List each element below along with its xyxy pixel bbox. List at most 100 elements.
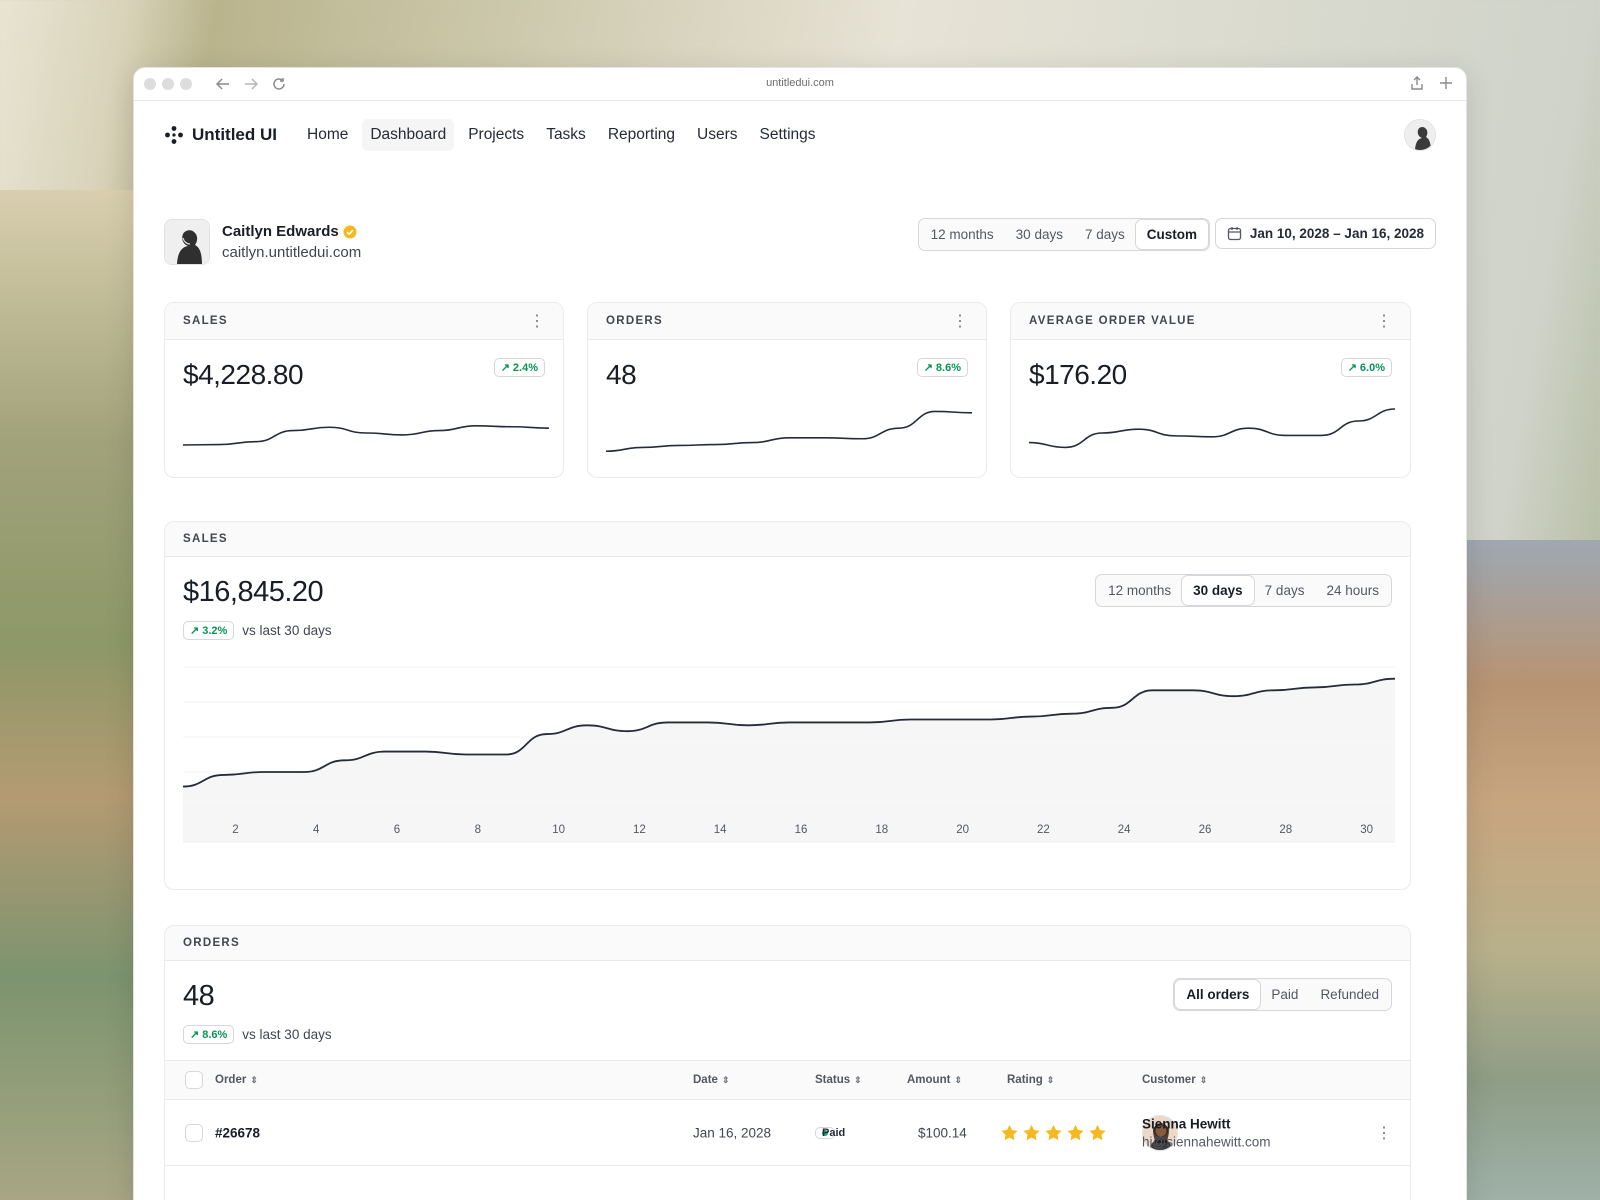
kpi-label: SALES	[183, 315, 228, 327]
filter-7-days[interactable]: 7 days	[1074, 220, 1136, 249]
sales-total: $16,845.20	[183, 576, 324, 608]
star-icon	[1089, 1124, 1106, 1140]
minimize-window-button[interactable]	[162, 78, 174, 90]
sales-tab-12-months[interactable]: 12 months	[1097, 576, 1182, 605]
sales-period-tabs: 12 months 30 days 7 days 24 hours	[1095, 574, 1392, 607]
x-axis-labels: 2 4 6 8 10 12 14 16 18 20 22 24 26 28 30	[183, 824, 1410, 838]
trend-up-icon: ↗	[190, 1029, 200, 1041]
sort-icon: ⇕	[854, 1075, 862, 1085]
trend-up-icon: ↗	[500, 362, 510, 374]
column-amount[interactable]: Amount ⇕	[907, 1074, 962, 1086]
top-navigation: Untitled UI Home Dashboard Projects Task…	[134, 101, 1466, 169]
profile-site: caitlyn.untitledui.com	[222, 244, 362, 261]
profile-avatar	[164, 219, 210, 265]
browser-window: untitledui.com Untitled UI Home Dashboar…	[133, 67, 1467, 1200]
column-order[interactable]: Order ⇕	[215, 1074, 258, 1086]
calendar-icon	[1227, 227, 1242, 241]
sales-tab-30-days[interactable]: 30 days	[1182, 576, 1254, 605]
background-landscape-right	[1465, 540, 1600, 1200]
row-more-options-icon[interactable]: ⋮	[1376, 1123, 1392, 1143]
orders-tab-refunded[interactable]: Refunded	[1309, 980, 1390, 1009]
sales-tab-24-hours[interactable]: 24 hours	[1315, 576, 1390, 605]
orders-table-header: Order ⇕ Date ⇕ Status ⇕ Amount ⇕ Rating ⇕ Cus…	[165, 1060, 1410, 1100]
column-date[interactable]: Date ⇕	[693, 1074, 729, 1086]
nav-users[interactable]: Users	[689, 119, 745, 151]
nav-reporting[interactable]: Reporting	[600, 119, 683, 151]
x-tick-label: 24	[1117, 824, 1131, 836]
date-range-filter: 12 months 30 days 7 days Custom	[917, 218, 1210, 251]
kpi-change-badge: ↗ 2.4%	[493, 358, 545, 377]
new-tab-icon[interactable]	[1440, 77, 1452, 89]
order-id[interactable]: #26678	[215, 1125, 260, 1140]
back-arrow-icon[interactable]	[216, 78, 230, 90]
x-tick-label: 8	[474, 824, 481, 836]
kpi-sparkline	[183, 424, 549, 446]
sales-comparison: ↗ 3.2% vs last 30 days	[183, 621, 332, 640]
table-row[interactable]: #26678 Jan 16, 2028 Paid $100.14 Sienna …	[165, 1100, 1410, 1166]
x-tick-label: 10	[552, 824, 565, 836]
column-rating[interactable]: Rating ⇕	[1007, 1074, 1054, 1086]
star-icon	[1023, 1124, 1040, 1140]
orders-comparison: ↗ 8.6% vs last 30 days	[183, 1025, 332, 1044]
nav-tasks[interactable]: Tasks	[538, 119, 594, 151]
x-tick-label: 6	[393, 824, 401, 836]
date-picker-button[interactable]: Jan 10, 2028 – Jan 16, 2028	[1214, 218, 1436, 249]
kpi-value: $176.20	[1029, 359, 1127, 390]
star-icon	[1067, 1124, 1084, 1140]
sales-chart-card: SALES $16,845.20 ↗ 3.2% vs last 30 days 1…	[164, 521, 1411, 890]
kpi-value: $4,228.80	[183, 359, 304, 390]
sort-icon: ⇕	[250, 1075, 258, 1085]
more-options-icon[interactable]: ⋮	[952, 311, 968, 331]
kpi-sparkline	[1029, 408, 1395, 449]
app-logo[interactable]: Untitled UI	[164, 125, 277, 145]
user-avatar[interactable]	[1404, 119, 1436, 151]
orders-change-badge: ↗ 8.6%	[183, 1025, 235, 1044]
filter-30-days[interactable]: 30 days	[1005, 220, 1074, 249]
x-tick-label: 18	[875, 824, 889, 836]
kpi-change: 6.0%	[1359, 361, 1385, 374]
x-tick-label: 14	[713, 824, 727, 836]
row-checkbox[interactable]	[185, 1123, 203, 1142]
close-window-button[interactable]	[144, 78, 156, 90]
kpi-card-average-order-value: AVERAGE ORDER VALUE ⋮ $176.20 ↗ 6.0%	[1010, 302, 1411, 478]
forward-arrow-icon[interactable]	[244, 78, 258, 90]
orders-tab-paid[interactable]: Paid	[1260, 980, 1309, 1009]
orders-tab-all[interactable]: All orders	[1175, 980, 1261, 1009]
logo-mark-icon	[165, 126, 183, 144]
nav-home[interactable]: Home	[299, 119, 356, 151]
select-all-checkbox[interactable]	[185, 1071, 203, 1089]
sort-icon: ⇕	[954, 1075, 962, 1085]
filter-custom[interactable]: Custom	[1135, 220, 1208, 249]
sales-tab-7-days[interactable]: 7 days	[1254, 576, 1316, 605]
orders-card: ORDERS 48 ↗ 8.6% vs last 30 days All orde…	[164, 925, 1411, 1200]
kpi-change-badge: ↗ 6.0%	[1340, 358, 1392, 377]
trend-up-icon: ↗	[923, 362, 933, 374]
reload-icon[interactable]	[272, 77, 286, 91]
more-options-icon[interactable]: ⋮	[1376, 311, 1392, 331]
sales-vs-text: vs last 30 days	[242, 623, 332, 638]
series-area	[183, 678, 1395, 842]
customer-name: Sienna Hewitt	[1142, 1116, 1231, 1131]
star-icon	[1001, 1124, 1018, 1140]
kpi-change: 8.6%	[935, 361, 961, 374]
nav-projects[interactable]: Projects	[460, 119, 532, 151]
x-tick-label: 26	[1198, 824, 1212, 836]
address-bar[interactable]: untitledui.com	[134, 77, 1466, 89]
orders-total: 48	[183, 980, 215, 1012]
filter-12-months[interactable]: 12 months	[920, 220, 1005, 249]
background-landscape-left	[0, 190, 135, 1200]
column-customer[interactable]: Customer ⇕	[1142, 1074, 1207, 1086]
nav-settings[interactable]: Settings	[752, 119, 824, 151]
x-tick-label: 12	[632, 824, 646, 836]
nav-dashboard[interactable]: Dashboard	[362, 119, 455, 151]
trend-up-icon: ↗	[190, 625, 200, 637]
zoom-window-button[interactable]	[180, 78, 192, 90]
trend-up-icon: ↗	[1347, 362, 1357, 374]
x-tick-label: 2	[232, 824, 239, 836]
share-icon[interactable]	[1410, 76, 1424, 90]
sparkline-path	[183, 424, 549, 446]
kpi-label: AVERAGE ORDER VALUE	[1029, 315, 1196, 327]
order-date: Jan 16, 2028	[693, 1125, 772, 1140]
more-options-icon[interactable]: ⋮	[529, 311, 545, 331]
column-status[interactable]: Status ⇕	[815, 1074, 862, 1086]
